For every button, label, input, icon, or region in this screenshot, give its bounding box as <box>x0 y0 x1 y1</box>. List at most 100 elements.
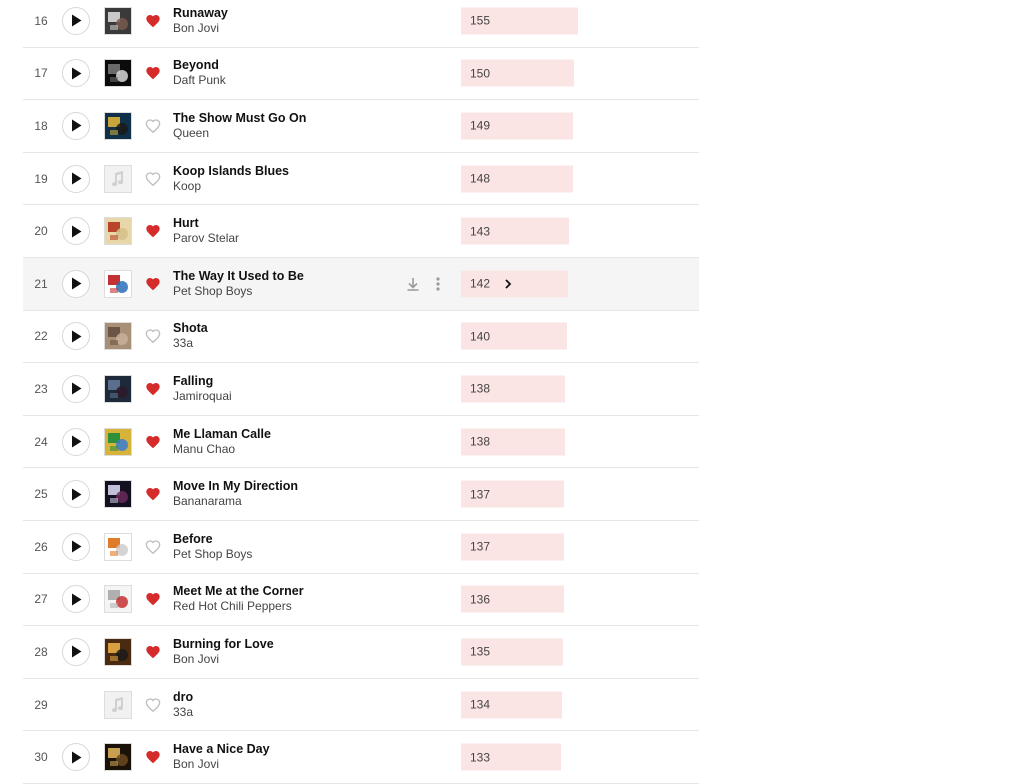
track-title[interactable]: Move In My Direction <box>173 479 403 494</box>
play-button[interactable] <box>62 743 90 772</box>
heart-icon[interactable] <box>145 65 161 81</box>
track-artist[interactable]: Manu Chao <box>173 442 403 457</box>
track-artist[interactable]: 33a <box>173 336 403 351</box>
heart-icon[interactable] <box>145 223 161 239</box>
track-row-29[interactable]: 29 dro 33a 134 <box>23 679 699 732</box>
track-info: The Way It Used to Be Pet Shop Boys <box>173 269 403 299</box>
cover-art-image <box>108 485 128 504</box>
play-count-bar: 137 <box>461 533 564 561</box>
cover-art-image <box>108 590 128 609</box>
heart-icon[interactable] <box>145 591 161 607</box>
play-count-bar: 136 <box>461 585 564 613</box>
play-button[interactable] <box>62 111 90 140</box>
heart-icon[interactable] <box>145 118 161 134</box>
track-title[interactable]: Shota <box>173 321 403 336</box>
cover-art-image <box>108 432 128 451</box>
track-row-26[interactable]: 26 Before Pet Shop Boys 137 <box>23 521 699 574</box>
track-row-22[interactable]: 22 Shota 33a 140 <box>23 311 699 364</box>
track-row-30[interactable]: 30 Have a Nice Day Bon Jovi 133 <box>23 731 699 784</box>
play-button[interactable] <box>62 322 90 351</box>
track-row-18[interactable]: 18 The Show Must Go On Queen 149 <box>23 100 699 153</box>
track-artist[interactable]: Parov Stelar <box>173 231 403 246</box>
more-options-icon[interactable] <box>435 276 441 292</box>
track-row-21[interactable]: 21 The Way It Used to Be Pet Shop Boys 1… <box>23 257 699 311</box>
track-info: Shota 33a <box>173 321 403 351</box>
heart-icon[interactable] <box>145 644 161 660</box>
play-button[interactable] <box>62 6 90 35</box>
track-artist[interactable]: Queen <box>173 126 403 141</box>
track-info: Hurt Parov Stelar <box>173 216 403 246</box>
track-row-23[interactable]: 23 Falling Jamiroquai 138 <box>23 363 699 416</box>
heart-icon[interactable] <box>145 381 161 397</box>
play-icon <box>71 67 81 80</box>
heart-icon[interactable] <box>145 171 161 187</box>
play-button[interactable] <box>62 374 90 403</box>
track-title[interactable]: The Way It Used to Be <box>173 269 403 284</box>
play-count: 137 <box>470 487 491 502</box>
heart-icon[interactable] <box>145 434 161 450</box>
track-title[interactable]: Meet Me at the Corner <box>173 584 403 599</box>
play-button[interactable] <box>62 269 90 298</box>
track-row-24[interactable]: 24 Me Llaman Calle Manu Chao 138 <box>23 416 699 469</box>
play-count-bar: 140 <box>461 322 567 350</box>
track-artist[interactable]: Koop <box>173 179 403 194</box>
play-count: 138 <box>470 434 491 449</box>
heart-icon[interactable] <box>145 697 161 713</box>
track-row-25[interactable]: 25 Move In My Direction Bananarama 137 <box>23 468 699 521</box>
play-button[interactable] <box>62 585 90 614</box>
track-title[interactable]: dro <box>173 690 403 705</box>
play-icon <box>71 225 81 238</box>
track-title[interactable]: The Show Must Go On <box>173 111 403 126</box>
play-button[interactable] <box>62 532 90 561</box>
heart-icon[interactable] <box>145 539 161 555</box>
play-button[interactable] <box>62 59 90 88</box>
cover-art-image <box>108 274 128 293</box>
heart-icon[interactable] <box>145 749 161 765</box>
heart-icon[interactable] <box>145 13 161 29</box>
cover-art-image <box>108 642 128 661</box>
track-artist[interactable]: Red Hot Chili Peppers <box>173 599 403 614</box>
track-artist[interactable]: Bon Jovi <box>173 652 403 667</box>
track-artist[interactable]: Daft Punk <box>173 73 403 88</box>
track-row-16[interactable]: 16 Runaway Bon Jovi 155 <box>23 0 699 48</box>
play-icon <box>71 172 81 185</box>
cover-art-image <box>108 537 128 556</box>
track-title[interactable]: Me Llaman Calle <box>173 427 403 442</box>
track-list: 16 Runaway Bon Jovi 155 17 Beyond Daft P… <box>23 0 699 784</box>
music-note-icon <box>112 170 124 186</box>
track-title[interactable]: Hurt <box>173 216 403 231</box>
track-title[interactable]: Before <box>173 532 403 547</box>
track-info: Move In My Direction Bananarama <box>173 479 403 509</box>
track-row-19[interactable]: 19 Koop Islands Blues Koop 148 <box>23 153 699 206</box>
track-title[interactable]: Burning for Love <box>173 637 403 652</box>
play-button[interactable] <box>62 217 90 246</box>
play-button[interactable] <box>62 637 90 666</box>
track-artist[interactable]: 33a <box>173 705 403 720</box>
track-title[interactable]: Koop Islands Blues <box>173 164 403 179</box>
track-rank: 20 <box>34 224 48 239</box>
track-row-27[interactable]: 27 Meet Me at the Corner Red Hot Chili P… <box>23 574 699 627</box>
track-title[interactable]: Have a Nice Day <box>173 742 403 757</box>
download-icon[interactable] <box>405 276 421 292</box>
track-title[interactable]: Beyond <box>173 58 403 73</box>
play-button[interactable] <box>62 480 90 509</box>
track-artist[interactable]: Pet Shop Boys <box>173 284 403 299</box>
track-row-20[interactable]: 20 Hurt Parov Stelar 143 <box>23 205 699 258</box>
heart-icon[interactable] <box>145 328 161 344</box>
track-artist[interactable]: Bon Jovi <box>173 21 403 36</box>
track-artist[interactable]: Bananarama <box>173 494 403 509</box>
track-row-28[interactable]: 28 Burning for Love Bon Jovi 135 <box>23 626 699 679</box>
album-cover <box>104 690 132 719</box>
track-title[interactable]: Falling <box>173 374 403 389</box>
heart-icon[interactable] <box>145 276 161 292</box>
cover-art-image <box>108 222 128 241</box>
track-row-17[interactable]: 17 Beyond Daft Punk 150 <box>23 48 699 101</box>
play-button[interactable] <box>62 164 90 193</box>
chevron-right-icon[interactable] <box>504 278 512 289</box>
play-button[interactable] <box>62 427 90 456</box>
track-artist[interactable]: Jamiroquai <box>173 389 403 404</box>
row-actions <box>405 276 441 292</box>
track-artist[interactable]: Pet Shop Boys <box>173 547 403 562</box>
track-title[interactable]: Runaway <box>173 6 403 21</box>
heart-icon[interactable] <box>145 486 161 502</box>
